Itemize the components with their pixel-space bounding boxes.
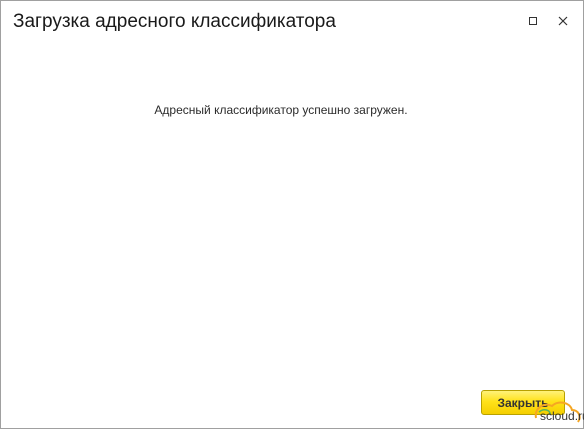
maximize-icon <box>529 17 537 25</box>
watermark-text: scloud.ru <box>540 409 584 423</box>
dialog-window: Загрузка адресного классификатора Адресн… <box>0 0 584 429</box>
status-message: Адресный классификатор успешно загружен. <box>154 103 408 117</box>
maximize-button[interactable] <box>525 13 541 29</box>
watermark-logo: scloud.ru <box>530 398 584 429</box>
close-window-button[interactable] <box>555 13 571 29</box>
close-icon <box>558 16 568 26</box>
window-title: Загрузка адресного классификатора <box>13 11 336 32</box>
